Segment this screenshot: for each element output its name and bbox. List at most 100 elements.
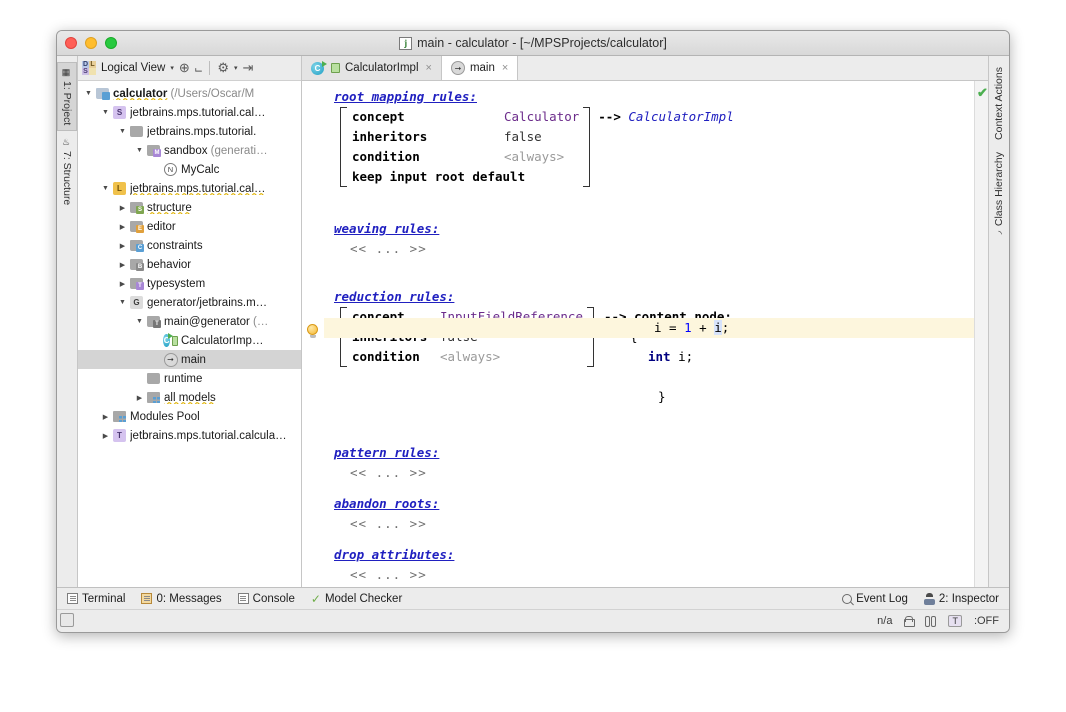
editor-content[interactable]: root mapping rules: conceptCalculator in… (324, 81, 974, 587)
tree-node-jetbrains-mps-tutorial-calcula[interactable]: ▶Tjetbrains.mps.tutorial.calcula… (78, 426, 301, 445)
error-stripe[interactable]: ✔ (974, 81, 988, 587)
collapse-arrow-icon[interactable]: ▶ (116, 223, 129, 231)
expand-arrow-icon[interactable]: ▼ (116, 128, 129, 135)
section-title-abandon-roots[interactable]: abandon roots: (334, 494, 974, 514)
behavior-model-icon: B (129, 259, 144, 270)
console-icon (238, 593, 249, 604)
tree-node-structure[interactable]: ▶Sstructure (78, 198, 301, 217)
expand-arrow-icon[interactable]: ▼ (99, 109, 112, 116)
collapse-arrow-icon[interactable]: ▶ (99, 413, 112, 421)
tool-button-model-checker[interactable]: ✓ Model Checker (311, 592, 402, 606)
code-line[interactable]: } (658, 387, 974, 407)
tree-node-editor[interactable]: ▶Eeditor (78, 217, 301, 236)
generator-g-icon: G (129, 296, 144, 309)
section-title-reduction-rules[interactable]: reduction rules: (334, 287, 974, 307)
highlighted-code-line[interactable]: i = 1 + i; (324, 318, 974, 338)
inspection-ok-icon[interactable]: ✔ (977, 85, 988, 101)
section-title-root-mapping-rules[interactable]: root mapping rules: (334, 87, 974, 107)
collapse-arrow-icon[interactable]: ▶ (116, 204, 129, 212)
project-tree[interactable]: ▼calculator (/Users/Oscar/M▼Sjetbrains.m… (78, 81, 301, 587)
hide-panel-icon[interactable]: ⇥ (243, 60, 254, 76)
sidebar-item-structure[interactable]: ♨ 7: Structure (58, 133, 76, 210)
tree-node-calculatorimp[interactable]: CCalculatorImp… (78, 331, 301, 350)
expand-collapse-icon[interactable]: ⨽ (195, 60, 203, 76)
section-title-drop-attributes[interactable]: drop attributes: (334, 545, 974, 565)
tool-button-label: 2: Inspector (939, 593, 999, 605)
class-concept-icon: C (163, 334, 178, 347)
expand-arrow-icon[interactable]: ▼ (82, 90, 95, 97)
intention-bulb-icon[interactable] (307, 324, 318, 339)
tree-node-all-models[interactable]: ▶all models (78, 388, 301, 407)
structure-icon: ♨ (62, 138, 72, 148)
tool-button-messages[interactable]: 0: Messages (141, 593, 221, 605)
tree-node-jetbrains-mps-tutorial[interactable]: ▼jetbrains.mps.tutorial. (78, 122, 301, 141)
rule-value[interactable]: Calculator (504, 107, 579, 127)
section-title-weaving-rules[interactable]: weaving rules: (334, 219, 974, 239)
mapping-node-icon: ➞ (451, 61, 465, 75)
expand-arrow-icon[interactable]: ▼ (99, 185, 112, 192)
tree-node-jetbrains-mps-tutorial-cal[interactable]: ▼Ljetbrains.mps.tutorial.cal… (78, 179, 301, 198)
tree-node-generator-jetbrains-m[interactable]: ▼Ggenerator/jetbrains.m… (78, 293, 301, 312)
tool-button-label: Event Log (856, 593, 908, 605)
collapse-arrow-icon[interactable]: ▶ (116, 242, 129, 250)
expand-arrow-icon[interactable]: ▼ (133, 147, 146, 154)
tool-button-event-log[interactable]: Event Log (842, 593, 908, 605)
collapse-arrow-icon[interactable]: ▶ (116, 280, 129, 288)
section-title-pattern-rules[interactable]: pattern rules: (334, 443, 974, 463)
section-placeholder[interactable]: << ... >> (350, 514, 974, 534)
tree-node-typesystem[interactable]: ▶Ttypesystem (78, 274, 301, 293)
locate-icon[interactable]: ⊕ (179, 60, 190, 76)
expand-arrow-icon[interactable]: ▼ (133, 318, 146, 325)
sidebar-item-class-hierarchy[interactable]: ◟ Class Hierarchy (990, 147, 1008, 244)
chevron-down-icon[interactable]: ▾ (170, 64, 174, 72)
tree-node-behavior[interactable]: ▶Bbehavior (78, 255, 301, 274)
rule-key: condition (352, 347, 440, 367)
root-mapping-rule[interactable]: conceptCalculator inheritorsfalse condit… (340, 107, 974, 187)
resize-corner-handle[interactable] (60, 613, 74, 627)
collapse-arrow-icon[interactable]: ▶ (99, 432, 112, 440)
tree-node-jetbrains-mps-tutorial-cal[interactable]: ▼Sjetbrains.mps.tutorial.cal… (78, 103, 301, 122)
expand-arrow-icon[interactable]: ▼ (116, 299, 129, 306)
tab-calculatorimpl[interactable]: C CalculatorImpl × (302, 56, 442, 80)
tab-main[interactable]: ➞ main × (442, 56, 518, 80)
sidebar-item-context-actions[interactable]: Context Actions (990, 62, 1008, 145)
settings-caret-icon[interactable]: ▾ (234, 64, 238, 72)
rule-value[interactable]: false (504, 127, 542, 147)
section-placeholder[interactable]: << ... >> (350, 239, 974, 259)
unlocked-icon[interactable] (904, 616, 913, 627)
tool-button-terminal[interactable]: Terminal (67, 593, 125, 605)
code-line[interactable]: int i; (648, 347, 732, 367)
tool-button-inspector[interactable]: 2: Inspector (924, 593, 999, 605)
section-placeholder[interactable]: << ... >> (350, 463, 974, 483)
close-tab-icon[interactable]: × (502, 62, 508, 74)
section-placeholder[interactable]: << ... >> (350, 565, 974, 585)
toggle-badge-icon[interactable]: T (948, 615, 962, 627)
class-hierarchy-icon: ◟ (994, 229, 1004, 239)
rule-value[interactable]: <always> (440, 347, 500, 367)
tree-node-modules-pool[interactable]: ▶Modules Pool (78, 407, 301, 426)
tree-node-main-generator[interactable]: ▼Tmain@generator (… (78, 312, 301, 331)
editor-model-icon: E (129, 221, 144, 232)
tree-node-main[interactable]: ➞main (78, 350, 301, 369)
tree-node-mycalc[interactable]: NMyCalc (78, 160, 301, 179)
rule-value[interactable]: <always> (504, 147, 564, 167)
event-log-icon (842, 594, 852, 604)
collapse-arrow-icon[interactable]: ▶ (116, 261, 129, 269)
logical-view-icon: DLS (82, 61, 96, 75)
tree-node-calculator[interactable]: ▼calculator (/Users/Oscar/M (78, 84, 301, 103)
tree-node-runtime[interactable]: runtime (78, 369, 301, 388)
mapping-result[interactable]: CalculatorImpl (628, 109, 733, 124)
terminal-icon (67, 593, 78, 604)
rail-label-project: 1: Project (61, 81, 73, 125)
tree-node-constraints[interactable]: ▶Cconstraints (78, 236, 301, 255)
sidebar-item-project[interactable]: ▦ 1: Project (57, 62, 77, 131)
collapse-arrow-icon[interactable]: ▶ (133, 394, 146, 402)
power-save-icon[interactable] (925, 616, 936, 627)
tool-button-label: Console (253, 593, 295, 605)
settings-icon[interactable]: ⚙ (217, 60, 229, 76)
tree-node-sandbox[interactable]: ▼Msandbox (generati… (78, 141, 301, 160)
view-selector-label[interactable]: Logical View (101, 62, 165, 74)
editor-gutter[interactable] (302, 81, 324, 587)
tool-button-console[interactable]: Console (238, 593, 295, 605)
close-tab-icon[interactable]: × (426, 62, 432, 74)
